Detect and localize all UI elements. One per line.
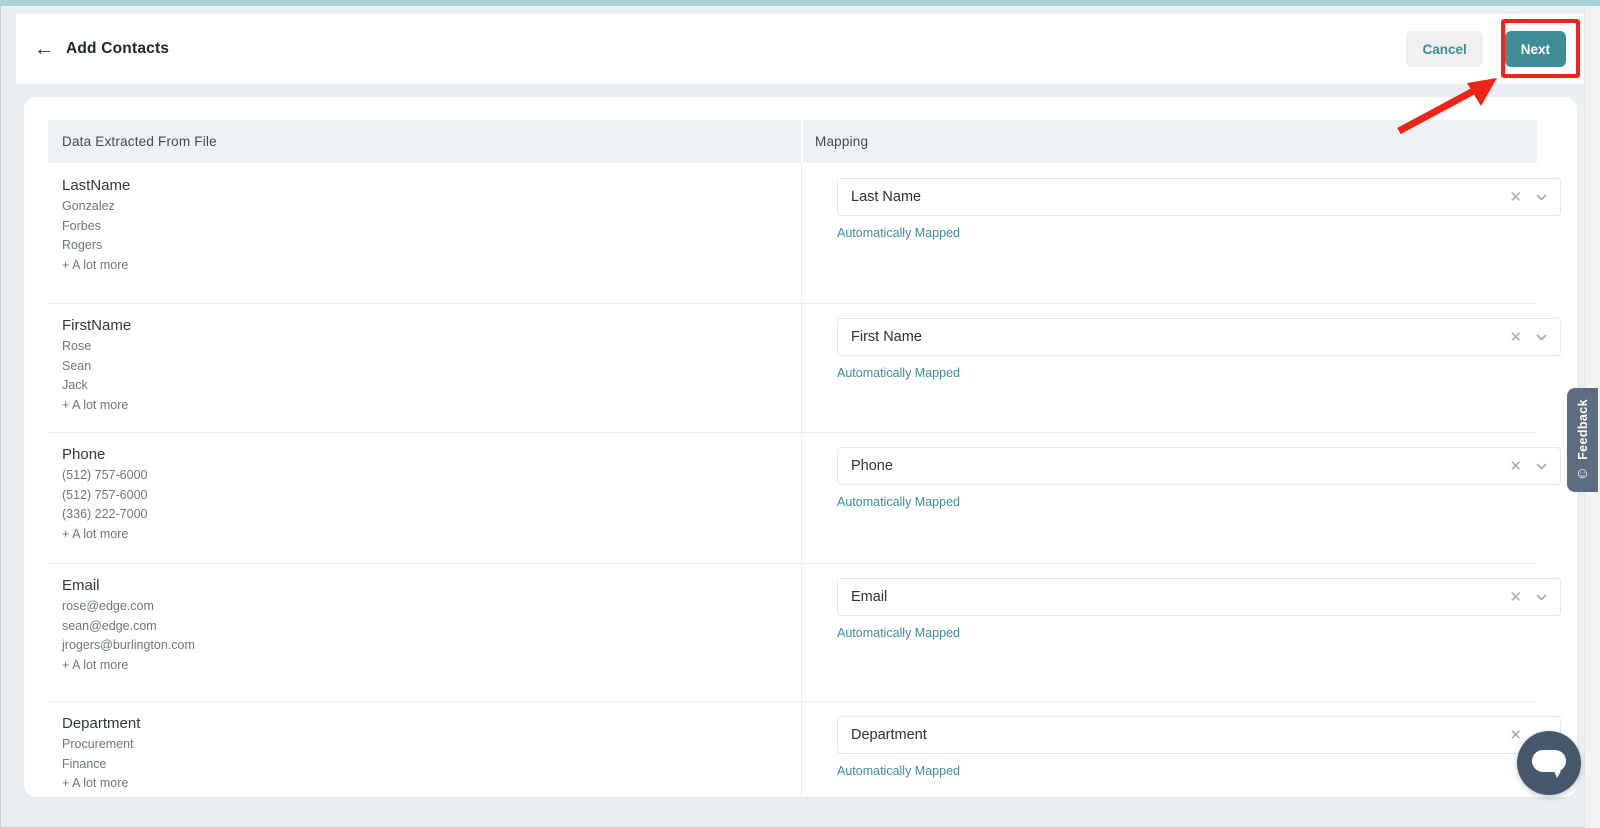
mapping-dropdown[interactable]: Email ✕ bbox=[837, 578, 1561, 616]
chevron-down-icon[interactable] bbox=[1536, 332, 1547, 343]
chat-launcher-button[interactable] bbox=[1517, 731, 1581, 795]
more-values-label: + A lot more bbox=[62, 774, 1537, 794]
mapping-selected-value: First Name bbox=[851, 329, 1509, 345]
mapping-status: Automatically Mapped bbox=[837, 764, 960, 778]
top-accent-strip bbox=[0, 0, 1600, 6]
mapping-status: Automatically Mapped bbox=[837, 495, 960, 509]
smiley-icon: ☺ bbox=[1575, 466, 1590, 481]
next-button[interactable]: Next bbox=[1505, 31, 1566, 67]
mapping-selected-value: Phone bbox=[851, 458, 1509, 474]
chevron-down-icon[interactable] bbox=[1536, 592, 1547, 603]
mapping-card: Data Extracted From File Mapping LastNam… bbox=[24, 97, 1577, 797]
feedback-tab-label: Feedback bbox=[1576, 399, 1590, 460]
feedback-tab[interactable]: Feedback ☺ bbox=[1567, 388, 1598, 492]
sample-value: (336) 222-7000 bbox=[62, 505, 1537, 525]
clear-icon[interactable]: ✕ bbox=[1509, 190, 1522, 205]
mapping-dropdown[interactable]: First Name ✕ bbox=[837, 318, 1561, 356]
table-row: LastName GonzalezForbesRogers + A lot mo… bbox=[48, 163, 1537, 303]
page-title: Add Contacts bbox=[66, 40, 169, 58]
more-values-label: + A lot more bbox=[62, 256, 1537, 276]
mapping-status: Automatically Mapped bbox=[837, 626, 960, 640]
more-values-label: + A lot more bbox=[62, 656, 1537, 676]
mapping-selected-value: Last Name bbox=[851, 189, 1509, 205]
mapping-dropdown[interactable]: Department ✕ bbox=[837, 716, 1561, 754]
clear-icon[interactable]: ✕ bbox=[1509, 590, 1522, 605]
clear-icon[interactable]: ✕ bbox=[1509, 330, 1522, 345]
table-row: Department ProcurementFinance + A lot mo… bbox=[48, 701, 1537, 797]
sample-value: Finance bbox=[62, 755, 1537, 775]
sample-value: Forbes bbox=[62, 217, 1537, 237]
sample-value: (512) 757-6000 bbox=[62, 486, 1537, 506]
clear-icon[interactable]: ✕ bbox=[1509, 459, 1522, 474]
chat-bubble-icon bbox=[1530, 747, 1568, 779]
column-header-mapping: Mapping bbox=[803, 120, 1537, 163]
mapping-selected-value: Department bbox=[851, 727, 1509, 743]
sample-value: Rogers bbox=[62, 236, 1537, 256]
mapping-status: Automatically Mapped bbox=[837, 366, 960, 380]
column-header-data-extracted: Data Extracted From File bbox=[48, 120, 801, 163]
more-values-label: + A lot more bbox=[62, 396, 1537, 416]
mapping-dropdown[interactable]: Last Name ✕ bbox=[837, 178, 1561, 216]
clear-icon[interactable]: ✕ bbox=[1509, 728, 1522, 743]
chevron-down-icon[interactable] bbox=[1536, 192, 1547, 203]
mapping-dropdown[interactable]: Phone ✕ bbox=[837, 447, 1561, 485]
sample-value: jrogers@burlington.com bbox=[62, 636, 1537, 656]
sample-value: Jack bbox=[62, 376, 1537, 396]
sample-value: Sean bbox=[62, 357, 1537, 377]
mapping-status: Automatically Mapped bbox=[837, 226, 960, 240]
page-header: ← Add Contacts Cancel Next bbox=[16, 14, 1584, 84]
table-row: Phone (512) 757-6000(512) 757-6000(336) … bbox=[48, 432, 1537, 563]
more-values-label: + A lot more bbox=[62, 525, 1537, 545]
table-row: FirstName RoseSeanJack + A lot more Firs… bbox=[48, 303, 1537, 432]
cancel-button[interactable]: Cancel bbox=[1406, 31, 1482, 67]
back-arrow-icon[interactable]: ← bbox=[34, 39, 62, 59]
sample-value: sean@edge.com bbox=[62, 617, 1537, 637]
mapping-selected-value: Email bbox=[851, 589, 1509, 605]
table-row: Email rose@edge.comsean@edge.comjrogers@… bbox=[48, 563, 1537, 701]
chevron-down-icon[interactable] bbox=[1536, 461, 1547, 472]
